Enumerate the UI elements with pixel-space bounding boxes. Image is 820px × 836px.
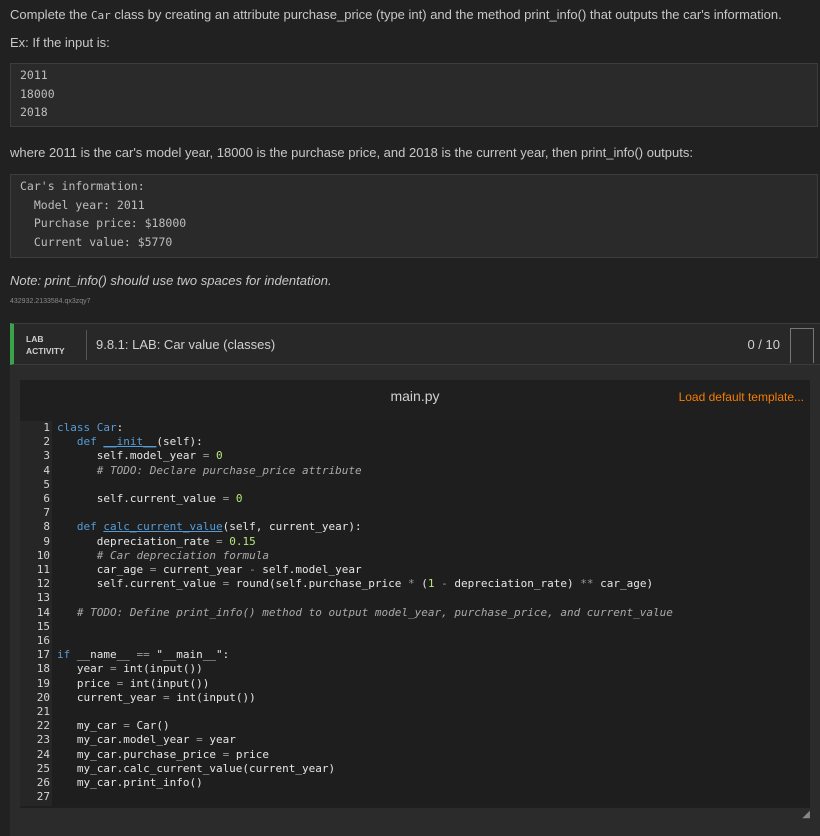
line-number: 9	[43, 534, 50, 548]
lab-tag-line2: ACTIVITY	[26, 346, 65, 356]
line-number: 7	[43, 506, 50, 520]
line-number: 26	[36, 776, 50, 789]
where-text: where 2011 is the car's model year, 1800…	[10, 145, 693, 160]
output-line: Purchase price: $18000	[20, 216, 187, 230]
input-example-box: 2011 18000 2018	[10, 63, 818, 127]
lab-score: 0 / 10	[747, 337, 780, 352]
instructions-pre: Complete the	[10, 7, 91, 22]
line-number: 12	[36, 577, 50, 591]
line-number: 16	[36, 634, 50, 647]
input-line: 2018	[20, 105, 48, 119]
output-example-box: Car's information: Model year: 2011 Purc…	[10, 174, 818, 258]
line-number: 5	[43, 477, 50, 491]
editor-panel: main.py Load default template... 1 class …	[20, 380, 810, 808]
lab-activity-header: LAB ACTIVITY 9.8.1: LAB: Car value (clas…	[10, 323, 820, 365]
load-default-template-link[interactable]: Load default template...	[679, 390, 804, 404]
example-label: Ex: If the input is:	[10, 35, 110, 50]
line-number: 22	[36, 719, 50, 733]
note-text: Note: print_info() should use two spaces…	[10, 273, 332, 288]
line-number: 20	[36, 690, 50, 704]
line-number: 6	[43, 492, 50, 505]
line-number: 18	[36, 662, 50, 676]
line-number: 15	[36, 619, 50, 633]
input-line: 2011	[20, 68, 48, 82]
line-number: 10	[36, 548, 50, 562]
instructions-post: class by creating an attribute purchase_…	[110, 7, 782, 22]
editor-container: main.py Load default template... 1 class …	[10, 365, 820, 836]
line-number: 8	[43, 520, 50, 534]
line-number: 21	[36, 705, 50, 718]
bookmark-icon	[790, 328, 814, 363]
line-number: 11	[36, 563, 50, 576]
code-editor[interactable]: 1 class Car: 2 def __init__(self): 3 self…	[20, 421, 810, 806]
output-line: Car's information:	[20, 179, 145, 193]
line-number: 13	[36, 591, 50, 605]
input-line: 18000	[20, 86, 55, 101]
line-number: 19	[36, 676, 50, 690]
line-number: 3	[43, 449, 50, 463]
line-number: 27	[36, 790, 50, 804]
instructions-code: Car	[90, 9, 111, 22]
line-number: 2	[43, 435, 50, 449]
line-number: 14	[36, 605, 50, 619]
line-number: 4	[43, 463, 50, 477]
lab-title: 9.8.1: LAB: Car value (classes)	[96, 337, 276, 352]
lab-activity-tag: LAB ACTIVITY	[26, 333, 65, 357]
lab-divider	[86, 330, 87, 360]
line-number: 24	[36, 747, 50, 761]
line-number: 23	[36, 733, 50, 747]
line-number: 1	[43, 421, 50, 434]
tracking-id: 432932.2133584.qx3zqy7	[10, 298, 91, 305]
instructions-text: Complete the Car class by creating an at…	[10, 7, 782, 22]
output-line: Model year: 2011	[20, 197, 145, 212]
output-line: Current value: $5770	[20, 234, 173, 249]
line-number: 17	[36, 648, 50, 662]
lab-tag-line1: LAB	[26, 334, 44, 344]
resize-handle-icon[interactable]: ◢	[802, 809, 810, 820]
line-number: 25	[36, 761, 50, 775]
